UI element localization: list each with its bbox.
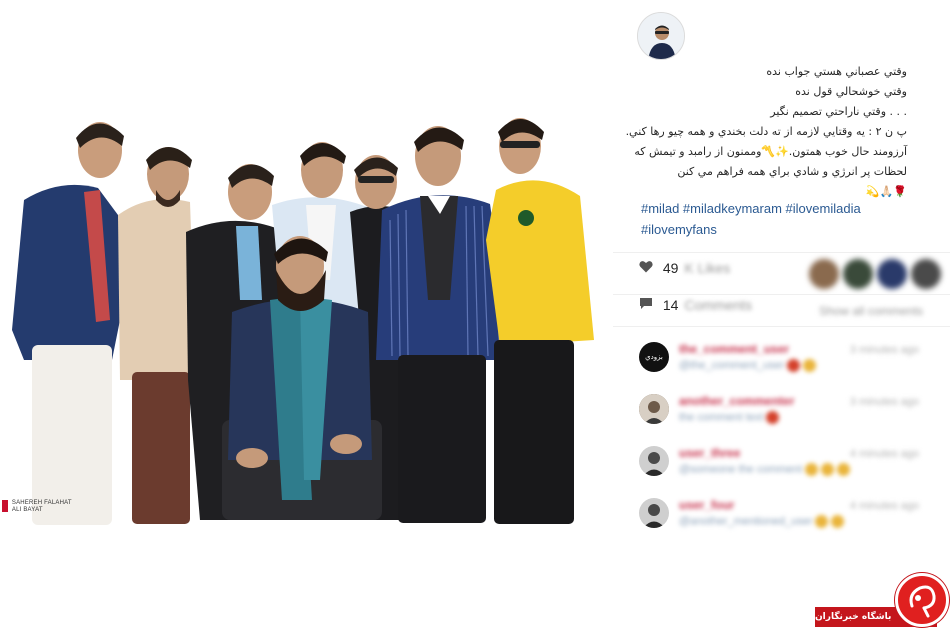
liker-avatar	[843, 259, 873, 289]
comments-label: Comments	[684, 297, 753, 314]
caption-line-1: وقتي عصباني هستي جواب نده	[766, 65, 907, 78]
comment-time: 4 minutes ago	[849, 448, 919, 460]
group-photo-illustration	[12, 118, 594, 525]
likes-label: K Likes	[684, 260, 731, 277]
photo-credit: SAHEREH FALAHAT ALI BAYAT	[2, 500, 72, 514]
commenter-avatar[interactable]	[639, 446, 669, 476]
liker-avatar	[809, 259, 839, 289]
commenter-username[interactable]: user_four	[679, 498, 734, 512]
person-7	[486, 118, 594, 524]
comment-time: 4 minutes ago	[849, 500, 919, 512]
photo-credit-line1: SAHEREH FALAHAT	[11, 500, 72, 506]
comment-text: the comment text	[679, 411, 780, 424]
caption-line-2: وقتي خوشحالي قول نده	[795, 85, 907, 98]
comment-item: بزودي the_comment_user @the_comment_user…	[637, 342, 947, 388]
hashtag-link[interactable]: #miladkeymaram	[683, 201, 782, 216]
caption-line-4: پ ن ۲ : يه وقتايي لازمه از ته دلت بخندي …	[625, 125, 907, 178]
post-side-panel: وقتي عصباني هستي جواب نده وقتي خوشحالي ق…	[613, 0, 950, 628]
comment-text: @someone the comment	[679, 463, 851, 476]
divider	[613, 294, 950, 295]
photographer-logo-mark	[2, 500, 8, 512]
comment-item: user_four @another_mentioned_user 4 minu…	[637, 498, 947, 544]
watermark-logo-icon	[895, 573, 949, 627]
hashtag-list: #milad #miladkeymaram #ilovemiladia #ilo…	[641, 198, 931, 240]
post-photo: SAHEREH FALAHAT ALI BAYAT	[0, 0, 612, 560]
show-all-comments-link[interactable]: Show all comments	[819, 304, 923, 318]
author-avatar[interactable]	[637, 12, 685, 60]
hashtag-link[interactable]: #ilovemiladia	[786, 201, 861, 216]
author-avatar-image	[638, 13, 684, 59]
likes-row[interactable]: 49 K Likes	[639, 259, 730, 289]
comment-time: 3 minutes ago	[849, 396, 919, 408]
photo-credit-line2: ALI BAYAT	[11, 507, 43, 513]
likes-count: 49	[662, 260, 679, 277]
comment-text: @the_comment_user	[679, 359, 817, 372]
comment-item: another_commenter the comment text 3 min…	[637, 394, 947, 440]
liker-avatar	[911, 259, 941, 289]
divider	[613, 252, 950, 253]
comment-item: user_three @someone the comment 4 minute…	[637, 446, 947, 492]
comment-text: @another_mentioned_user	[679, 515, 845, 528]
post-caption: وقتي عصباني هستي جواب نده وقتي خوشحالي ق…	[625, 62, 907, 202]
liker-avatar	[877, 259, 907, 289]
person-2	[118, 147, 196, 524]
commenter-avatar[interactable]: بزودي	[639, 342, 669, 372]
news-agency-watermark: باشگاه خبرنگاران	[815, 572, 950, 628]
comments-count: 14	[662, 297, 679, 314]
commenter-username[interactable]: user_three	[679, 446, 740, 460]
commenter-username[interactable]: another_commenter	[679, 394, 794, 408]
caption-line-3: . . . وقتي ناراحتي تصميم نگير	[770, 105, 907, 118]
hashtag-link[interactable]: #milad	[641, 201, 679, 216]
divider	[613, 326, 950, 327]
commenter-username[interactable]: the_comment_user	[679, 342, 789, 356]
commenter-avatar[interactable]	[639, 394, 669, 424]
comment-time: 3 minutes ago	[849, 344, 919, 356]
commenter-avatar[interactable]	[639, 498, 669, 528]
comments-row[interactable]: 14 Comments	[639, 296, 752, 326]
person-1	[12, 122, 124, 525]
heart-icon	[639, 260, 653, 276]
hashtag-link[interactable]: #ilovemyfans	[641, 222, 717, 237]
comment-bubble-icon	[639, 297, 653, 313]
